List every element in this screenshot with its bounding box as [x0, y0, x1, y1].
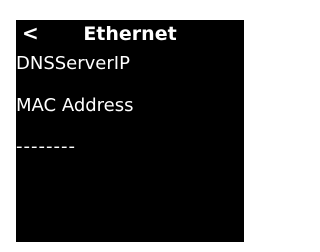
ethernet-screen: < Ethernet DNSServerIP MAC Address -----… — [16, 20, 244, 242]
page-title: Ethernet — [83, 23, 177, 45]
header-bar: < Ethernet — [16, 20, 244, 46]
mac-address-item[interactable]: MAC Address — [16, 94, 134, 118]
dns-server-ip-item[interactable]: DNSServerIP — [16, 52, 130, 76]
mac-address-value: -------- — [16, 136, 76, 157]
